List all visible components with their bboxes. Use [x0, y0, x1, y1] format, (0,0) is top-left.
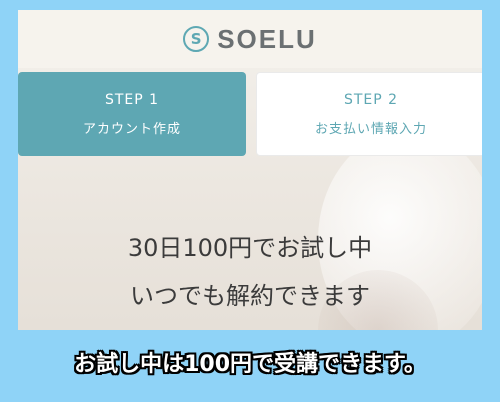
signup-steps: STEP 1 アカウント作成 STEP 2 お支払い情報入力 — [18, 72, 482, 156]
step-number: STEP 1 — [104, 91, 160, 108]
logo-mark-icon: S — [183, 26, 210, 52]
step-number: STEP 2 — [343, 91, 399, 108]
logo-text: SOELU — [217, 23, 317, 54]
caption-text: お試し中は100円で受講できます。 — [74, 352, 426, 377]
step-label: アカウント作成 — [82, 121, 181, 137]
caption-banner: お試し中は100円で受講できます。 — [0, 340, 500, 384]
soelu-logo[interactable]: S SOELU — [183, 24, 317, 55]
trial-headline: 30日100円でお試し中 いつでも解約できます — [18, 224, 482, 320]
signup-screen: S SOELU STEP 1 アカウント作成 STEP 2 お支払い情報入力 3… — [18, 10, 482, 330]
step-2-payment-info: STEP 2 お支払い情報入力 — [256, 72, 482, 156]
headline-line-1: 30日100円でお試し中 — [127, 234, 373, 262]
header: S SOELU — [18, 10, 482, 68]
step-1-account-creation: STEP 1 アカウント作成 — [18, 72, 246, 156]
step-label: お支払い情報入力 — [314, 121, 427, 137]
headline-line-2: いつでも解約できます — [130, 282, 370, 310]
screenshot-frame: S SOELU STEP 1 アカウント作成 STEP 2 お支払い情報入力 3… — [0, 0, 500, 402]
